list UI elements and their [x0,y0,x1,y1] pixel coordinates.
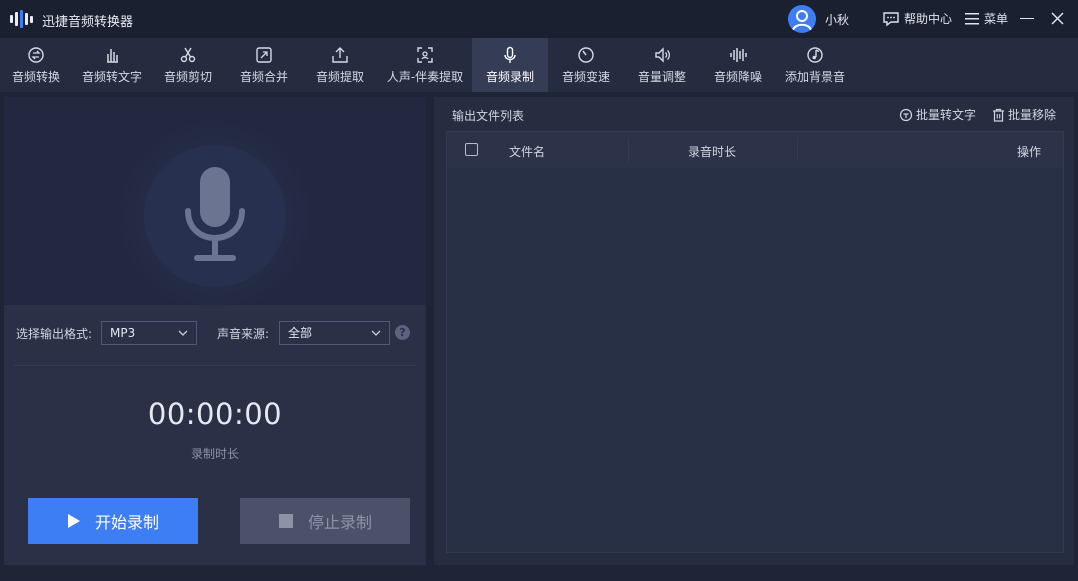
record-timer-label: 录制时长 [190,447,239,461]
tool-label: 音频降噪 [713,69,762,84]
output-format-label: 选择输出格式: [16,327,93,341]
output-format-select[interactable]: MP3 [101,321,197,345]
column-record-duration: 录音时长 [688,145,737,159]
app-logo-icon [10,10,34,28]
recorder-panel: 选择输出格式: MP3 声音来源: 全部 ? 00:00:00 录制时长 开始录… [4,97,426,565]
sound-source-label: 声音来源: [217,327,270,341]
tool-label: 音频转文字 [81,69,142,84]
tool-vocal-accompaniment-extract[interactable]: 人声-伴奏提取 [382,38,468,92]
waveform-icon [730,47,747,62]
tool-label: 音频录制 [485,69,534,84]
tool-audio-extract[interactable]: 音频提取 [308,38,372,92]
tool-audio-record[interactable]: 音频录制 [472,38,548,92]
refresh-text-icon [899,108,913,121]
user-name[interactable]: 小秋 [825,11,849,28]
output-file-table: 文件名 录音时长 操作 [446,131,1064,553]
mic-visual-area [4,97,426,317]
tool-noise-reduction[interactable]: 音频降噪 [706,38,770,92]
menu-button[interactable]: 菜单 [964,10,1008,27]
divider [14,365,416,366]
select-all-checkbox[interactable] [465,143,478,156]
batch-remove-button[interactable]: 批量移除 [992,106,1056,123]
speedometer-icon [578,46,594,63]
stop-recording-label: 停止录制 [307,513,372,532]
question-mark-icon[interactable]: ? [395,325,410,340]
tool-label: 音频转换 [11,69,60,84]
tool-audio-convert[interactable]: 音频转换 [4,38,68,92]
tool-label: 音频变速 [561,69,610,84]
play-icon [67,514,80,528]
stop-recording-button[interactable]: 停止录制 [240,498,410,544]
tool-audio-merge[interactable]: 音频合并 [232,38,296,92]
menu-label: 菜单 [984,12,1009,26]
hand-text-icon [107,48,118,63]
column-action: 操作 [1017,145,1042,159]
tool-label: 音频剪切 [163,69,212,84]
microphone-icon [185,167,245,261]
output-list-title: 输出文件列表 [452,109,525,123]
batch-to-text-button[interactable]: 批量转文字 [899,106,976,123]
tool-label: 人声-伴奏提取 [386,69,464,84]
tool-label: 音频提取 [315,69,364,84]
volume-icon [655,46,671,63]
scissors-icon [180,47,196,62]
trash-icon [993,108,1004,122]
column-file-name: 文件名 [509,145,546,159]
tool-label: 音量调整 [637,69,686,84]
title-bar: 迅捷音频转换器 小秋 帮助中心 菜单 [0,0,1078,38]
start-recording-button[interactable]: 开始录制 [28,498,198,544]
tool-audio-to-text[interactable]: 音频转文字 [76,38,148,92]
voice-scan-icon [417,46,433,63]
chevron-down-icon [178,330,188,336]
hamburger-icon [965,12,979,24]
sound-source-value: 全部 [288,326,313,340]
app-title: 迅捷音频转换器 [42,15,134,30]
tool-audio-speed[interactable]: 音频变速 [554,38,618,92]
mic-icon [504,46,516,63]
tool-audio-cut[interactable]: 音频剪切 [156,38,220,92]
output-format-value: MP3 [110,326,136,340]
chevron-down-icon [371,330,381,336]
help-center-label: 帮助中心 [904,12,953,26]
convert-icon [28,46,44,63]
table-header: 文件名 录音时长 操作 [447,132,1063,168]
user-avatar-icon[interactable] [788,5,816,33]
batch-remove-label: 批量移除 [1008,108,1057,122]
column-divider [797,138,798,162]
sound-source-select[interactable]: 全部 [279,321,390,345]
tool-label: 音频合并 [239,69,288,84]
tool-add-background-music[interactable]: 添加背景音 [780,38,850,92]
music-note-icon [807,46,823,63]
batch-to-text-label: 批量转文字 [916,108,977,122]
stop-icon [278,514,293,528]
help-center-button[interactable]: 帮助中心 [882,10,952,27]
feature-toolbar: 音频转换 音频转文字 音频剪切 音频合并 音频提取 人声-伴奏提取 音频录制 音… [0,38,1078,92]
start-recording-label: 开始录制 [94,513,159,532]
tool-label: 添加背景音 [784,69,845,84]
column-divider [628,138,629,162]
record-timer: 00:00:00 [147,397,283,431]
chat-bubble-icon [883,11,899,26]
minimize-button[interactable] [1020,18,1034,19]
close-icon [1051,12,1064,25]
upload-icon [332,46,348,63]
close-window-button[interactable] [1050,11,1065,26]
output-file-panel: 输出文件列表 批量转文字 批量移除 文件名 录音时长 操作 [434,97,1074,565]
merge-icon [256,46,272,63]
tool-volume-adjust[interactable]: 音量调整 [630,38,694,92]
